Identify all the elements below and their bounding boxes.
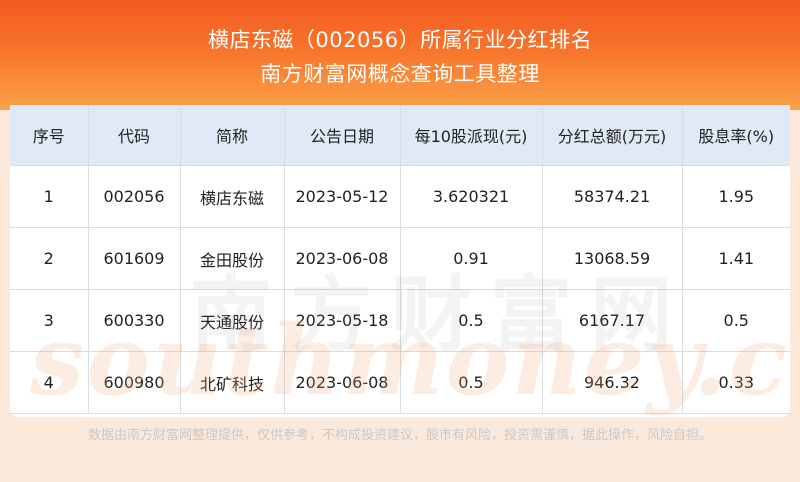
- cell-cash-per-10: 0.91: [400, 227, 543, 290]
- disclaimer-text: 数据由南方财富网整理提供，仅供参考，不构成投资建议，股市有风险，投资需谨慎，据此…: [87, 428, 712, 443]
- cell-date: 2023-05-18: [284, 289, 401, 352]
- cell-cash-per-10: 3.620321: [400, 165, 543, 228]
- cell-name: 横店东磁: [180, 165, 285, 228]
- page-subtitle: 南方财富网概念查询工具整理: [260, 62, 540, 86]
- table-row: 3 600330 天通股份 2023-05-18 0.5 6167.17 0.5: [10, 289, 790, 352]
- cell-name: 天通股份: [180, 289, 285, 352]
- column-header-rank: 序号: [10, 105, 89, 166]
- cell-name: 北矿科技: [180, 351, 285, 414]
- cell-cash-per-10: 0.5: [400, 351, 543, 414]
- cell-total-dividend: 58374.21: [542, 165, 683, 228]
- cell-rank: 3: [10, 289, 89, 352]
- cell-rank: 1: [10, 165, 89, 228]
- table-header-row: 序号 代码 简称 公告日期 每10股派现(元) 分红总额(万元) 股息率(%): [10, 105, 790, 166]
- column-header-code: 代码: [88, 105, 181, 166]
- table-row: 4 600980 北矿科技 2023-06-08 0.5 946.32 0.33: [10, 351, 790, 414]
- cell-date: 2023-06-08: [284, 351, 401, 414]
- column-header-total-dividend: 分红总额(万元): [542, 105, 683, 166]
- cell-code: 600330: [88, 289, 181, 352]
- cell-date: 2023-05-12: [284, 165, 401, 228]
- cell-total-dividend: 946.32: [542, 351, 683, 414]
- cell-name: 金田股份: [180, 227, 285, 290]
- cell-rank: 2: [10, 227, 89, 290]
- cell-yield: 1.95: [682, 165, 790, 228]
- dividend-ranking-table: 序号 代码 简称 公告日期 每10股派现(元) 分红总额(万元) 股息率(%) …: [10, 105, 790, 414]
- cell-yield: 0.33: [682, 351, 790, 414]
- cell-yield: 0.5: [682, 289, 790, 352]
- cell-yield: 1.41: [682, 227, 790, 290]
- cell-rank: 4: [10, 351, 89, 414]
- cell-total-dividend: 13068.59: [542, 227, 683, 290]
- column-header-name: 简称: [180, 105, 285, 166]
- page-title: 横店东磁（002056）所属行业分红排名: [207, 28, 593, 52]
- column-header-date: 公告日期: [284, 105, 401, 166]
- table-row: 1 002056 横店东磁 2023-05-12 3.620321 58374.…: [10, 165, 790, 228]
- column-header-cash-per-10: 每10股派现(元): [400, 105, 543, 166]
- cell-code: 002056: [88, 165, 181, 228]
- cell-code: 601609: [88, 227, 181, 290]
- cell-cash-per-10: 0.5: [400, 289, 543, 352]
- cell-code: 600980: [88, 351, 181, 414]
- table-row: 2 601609 金田股份 2023-06-08 0.91 13068.59 1…: [10, 227, 790, 290]
- cell-date: 2023-06-08: [284, 227, 401, 290]
- cell-total-dividend: 6167.17: [542, 289, 683, 352]
- header-banner: 横店东磁（002056）所属行业分红排名 南方财富网概念查询工具整理: [0, 0, 800, 110]
- column-header-yield: 股息率(%): [682, 105, 790, 166]
